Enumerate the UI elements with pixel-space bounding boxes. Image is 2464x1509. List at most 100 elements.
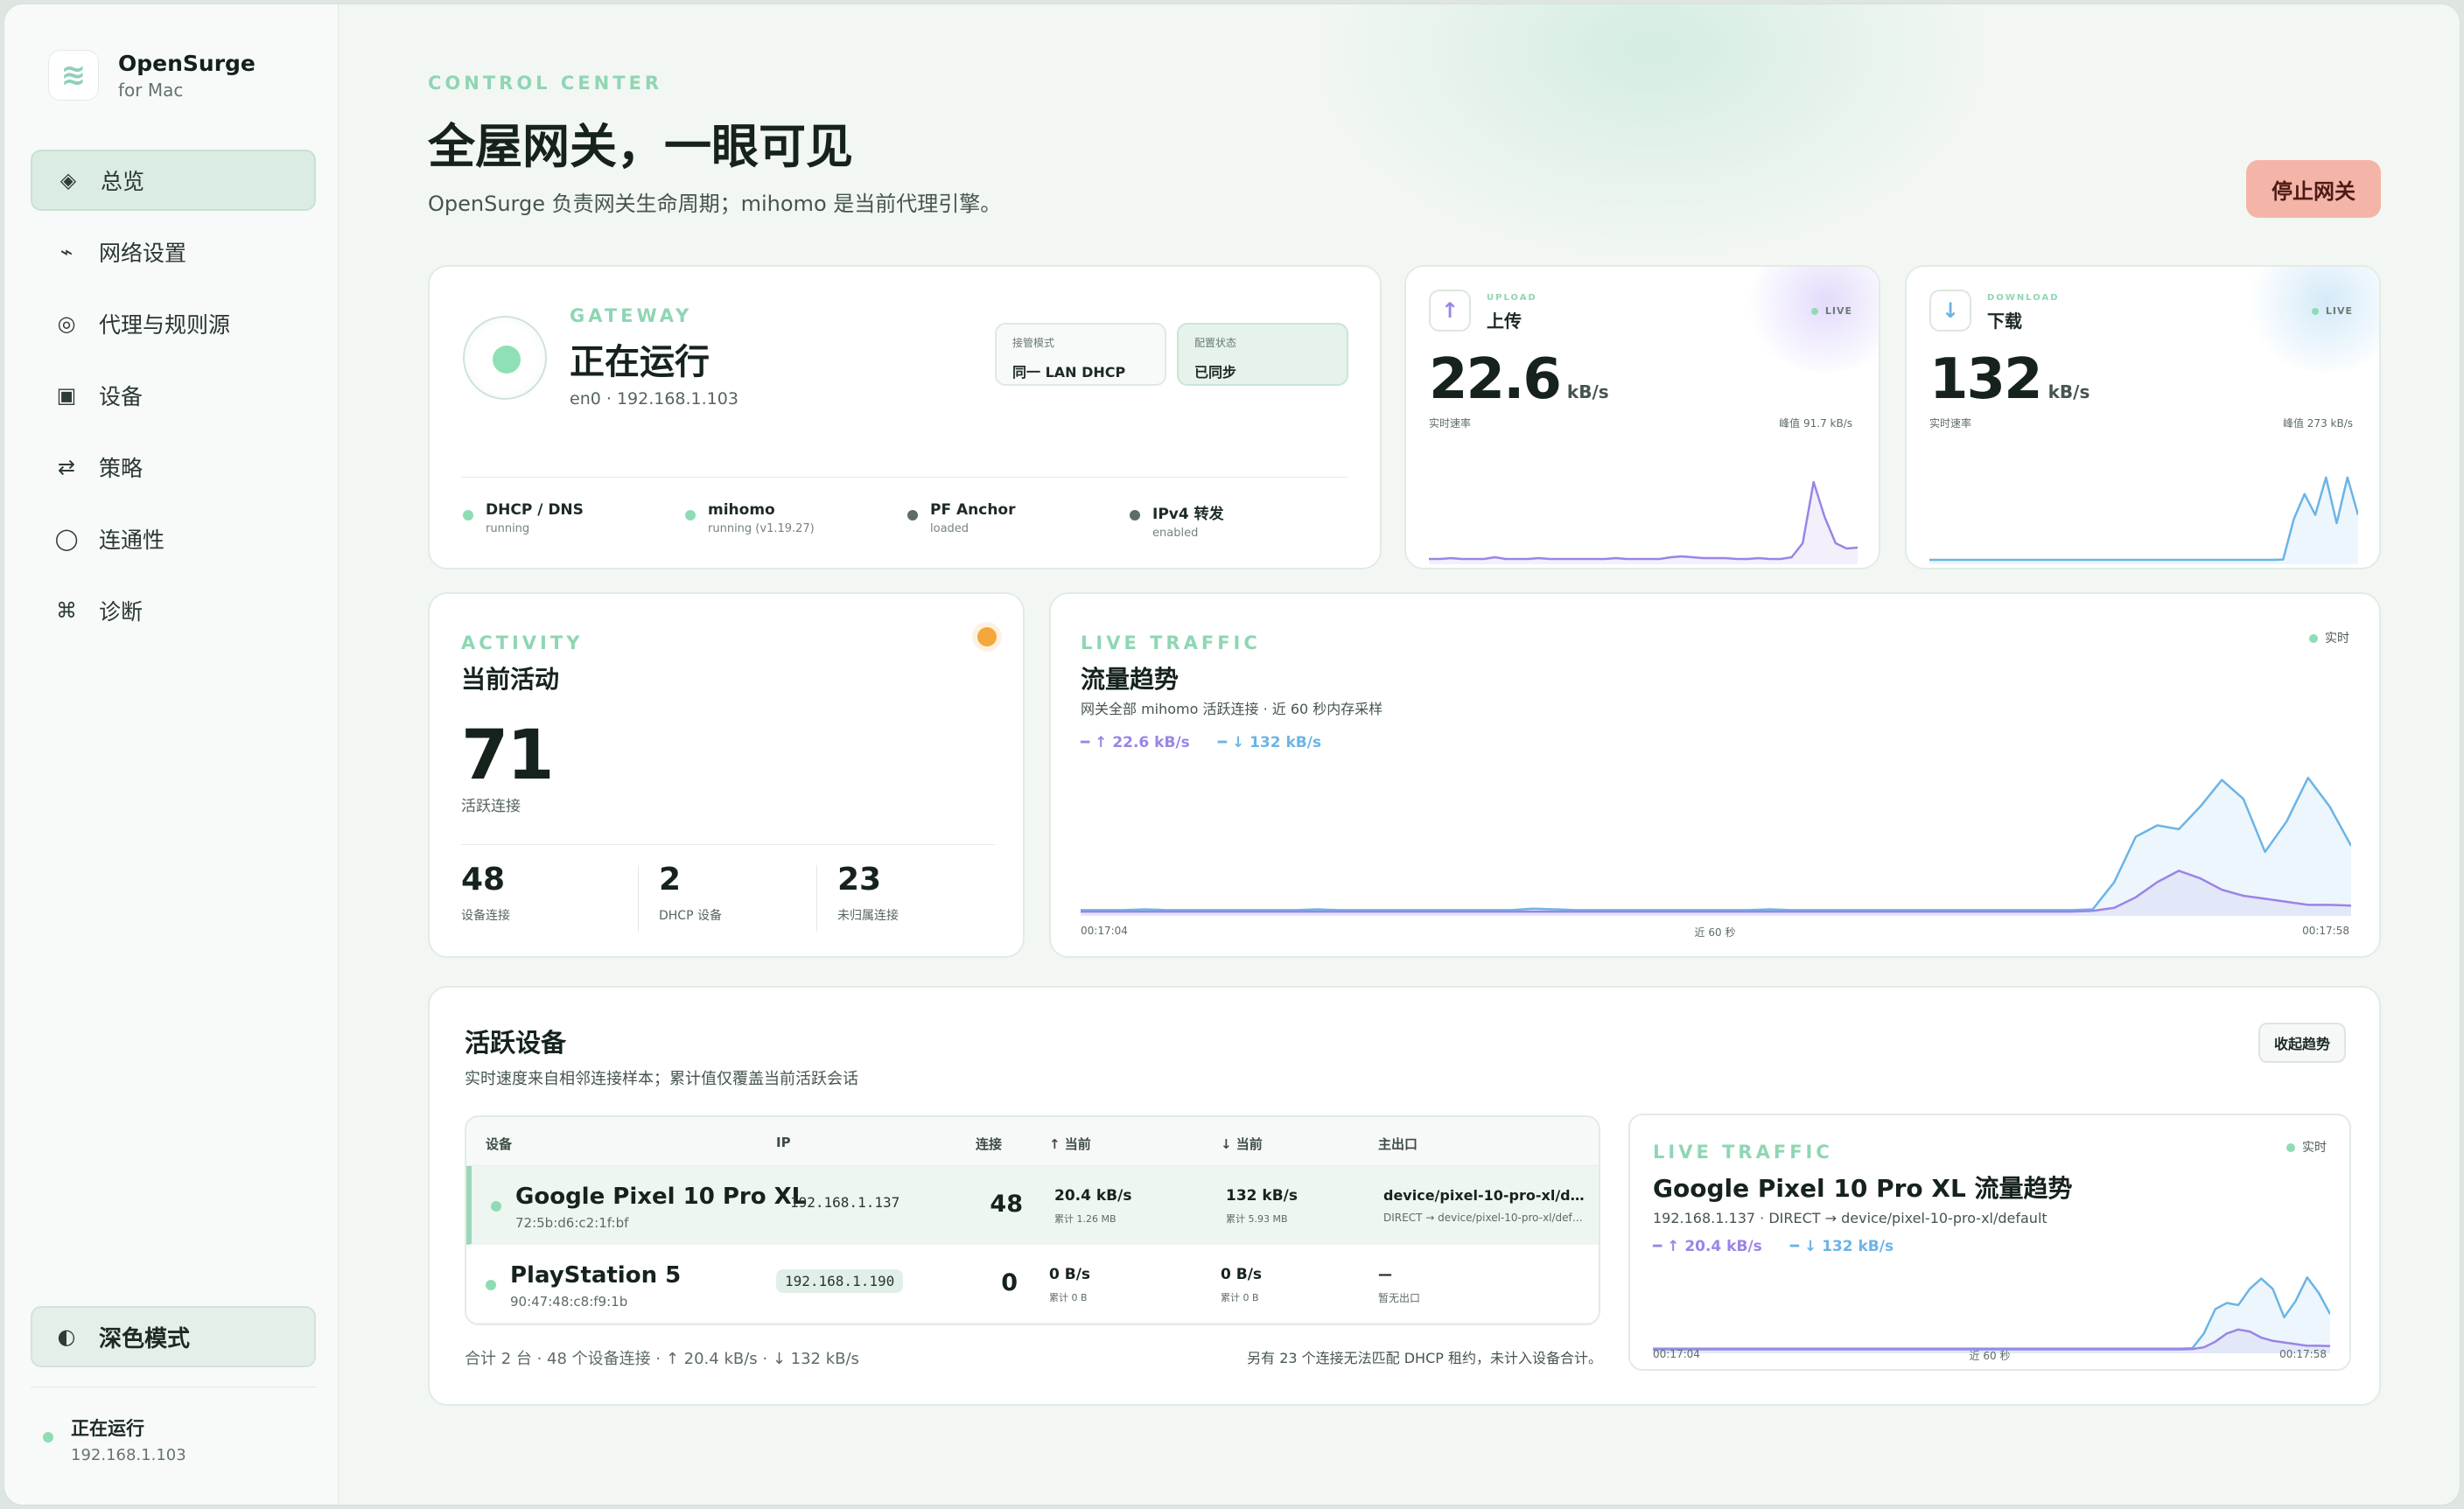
stop-gateway-button[interactable]: 停止网关	[2246, 160, 2381, 218]
realtime-badge: 实时	[2309, 629, 2349, 646]
service-status: enabled	[1152, 527, 1199, 540]
live-traffic-eyebrow: LIVE TRAFFIC	[1081, 632, 1261, 653]
table-row[interactable]: Google Pixel 10 Pro XL 72:5b:d6:c2:1f:bf…	[466, 1166, 1599, 1245]
upload-series-line	[1429, 480, 1858, 561]
divider	[461, 477, 1348, 478]
device-egress: device/pixel-10-pro-xl/default	[1383, 1187, 1585, 1204]
service-status: loaded	[930, 522, 970, 535]
pill-key: 配置状态	[1194, 337, 1237, 349]
page-description: OpenSurge 负责网关生命周期；mihomo 是当前代理引擎。	[428, 192, 1002, 216]
device-traffic-subtitle: 192.168.1.137 · DIRECT → device/pixel-10…	[1653, 1210, 2048, 1226]
active-connections-count: 71	[461, 716, 555, 795]
sidebar-item-devices[interactable]: ▣ 设备	[31, 365, 316, 426]
service-name: IPv4 转发	[1152, 506, 1224, 523]
chart-legend: ━ ↑ 22.6 kB/s ━ ↓ 132 kB/s	[1081, 734, 1321, 751]
pill-key: 接管模式	[1012, 337, 1055, 349]
device-connections: 48	[990, 1191, 1023, 1218]
app-name: OpenSurge	[118, 50, 256, 76]
legend-swatch: ━	[1217, 734, 1232, 751]
sidebar-item-label: 连通性	[99, 527, 165, 553]
column-header: 连接	[976, 1136, 1003, 1152]
target-icon: ◎	[57, 311, 76, 336]
device-traffic-panel: LIVE TRAFFIC Google Pixel 10 Pro XL 流量趋势…	[1628, 1114, 2351, 1371]
download-eyebrow: DOWNLOAD	[1987, 293, 2060, 303]
sidebar-item-diagnostics[interactable]: ⌘ 诊断	[31, 580, 316, 641]
stat-value: 48	[461, 862, 506, 898]
service-name: DHCP / DNS	[486, 501, 584, 519]
status-dot-icon	[907, 510, 918, 520]
live-badge: LIVE	[2311, 305, 2353, 317]
sidebar: ≋ OpenSurge for Mac ◈ 总览 ⌁ 网络设置 ◎ 代理与规则源…	[4, 4, 339, 1505]
legend-upload: ━ ↑ 22.6 kB/s	[1081, 734, 1190, 751]
chart-legend: ━ ↑ 20.4 kB/s ━ ↓ 132 kB/s	[1653, 1238, 1894, 1255]
config-status-pill: 配置状态 已同步	[1177, 323, 1348, 386]
sidebar-item-policy[interactable]: ⇄ 策略	[31, 437, 316, 498]
device-egress-detail: DIRECT → device/pixel-10-pro-xl/default	[1383, 1212, 1585, 1224]
upload-eyebrow: UPLOAD	[1487, 293, 1537, 303]
device-ip: 192.168.1.137	[790, 1194, 900, 1211]
table-row[interactable]: PlayStation 5 90:47:48:c8:f9:1b 192.168.…	[466, 1245, 1599, 1324]
devices-subtitle: 实时速度来自相邻连接样本；累计值仅覆盖当前活跃会话	[465, 1070, 858, 1088]
collapse-trend-button[interactable]: 收起趋势	[2258, 1023, 2346, 1063]
app-subtitle: for Mac	[118, 79, 184, 101]
column-header: 设备	[486, 1136, 513, 1152]
x-axis-mid-label: 近 60 秒	[1969, 1350, 2011, 1362]
devices-table: 设备 IP 连接 ↑ 当前 ↓ 当前 主出口 Google Pixel 10 P…	[465, 1115, 1600, 1325]
device-download-total: 累计 0 B	[1221, 1292, 1259, 1303]
download-peak: 峰值 273 kB/s	[2282, 417, 2353, 430]
x-axis-end-label: 00:17:58	[2302, 925, 2349, 937]
activity-indicator-icon	[977, 627, 997, 646]
sidebar-item-proxy-rules[interactable]: ◎ 代理与规则源	[31, 293, 316, 354]
sidebar-item-network[interactable]: ⌁ 网络设置	[31, 221, 316, 283]
status-dot-icon	[486, 1280, 496, 1290]
arrow-up-icon: ↑	[1429, 290, 1471, 332]
legend-download: ━ ↓ 132 kB/s	[1218, 734, 1321, 751]
upload-card: ↑ UPLOAD 上传 LIVE 22.6 kB/s 实时速率 峰值 91.7 k…	[1404, 265, 1880, 569]
live-badge: LIVE	[1810, 305, 1852, 317]
legend-upload: ━ ↑ 20.4 kB/s	[1653, 1238, 1762, 1255]
device-traffic-chart	[1653, 1276, 2330, 1353]
device-egress: —	[1378, 1266, 1392, 1282]
takeover-mode-pill: 接管模式 同一 LAN DHCP	[995, 323, 1166, 386]
half-circle-icon: ◐	[57, 1324, 76, 1349]
download-value: 132 kB/s	[1929, 347, 2090, 412]
upload-sparkline	[1429, 480, 1858, 564]
sidebar-item-label: 设备	[99, 384, 144, 409]
header-eyebrow: CONTROL CENTER	[428, 73, 663, 94]
dark-mode-toggle[interactable]: ◐ 深色模式	[31, 1306, 316, 1367]
device-traffic-title: Google Pixel 10 Pro XL 流量趋势	[1653, 1174, 2073, 1203]
stat-label: 未归属连接	[837, 909, 899, 923]
column-header: ↓ 当前	[1221, 1136, 1263, 1152]
legend-swatch: ━	[1789, 1238, 1804, 1255]
sidebar-item-overview[interactable]: ◈ 总览	[31, 150, 316, 211]
active-connections-label: 活跃连接	[461, 798, 521, 815]
devices-title: 活跃设备	[465, 1028, 567, 1058]
activity-title: 当前活动	[461, 665, 560, 694]
stat-label: 设备连接	[461, 909, 510, 923]
pill-value: 已同步	[1194, 364, 1237, 381]
stat-label: DHCP 设备	[659, 909, 722, 923]
circle-icon: ◯	[54, 527, 79, 551]
network-icon: ⌁	[60, 240, 74, 264]
device-upload-total: 累计 0 B	[1049, 1292, 1088, 1303]
pill-value: 同一 LAN DHCP	[1012, 364, 1126, 381]
legend-swatch: ━	[1653, 1238, 1668, 1255]
device-download-total: 累计 5.93 MB	[1226, 1213, 1288, 1225]
live-traffic-card: LIVE TRAFFIC 流量趋势 网关全部 mihomo 活跃连接 · 近 6…	[1049, 592, 2381, 958]
legend-download-label: ↓ 132 kB/s	[1231, 734, 1322, 751]
legend-download-label: ↓ 132 kB/s	[1803, 1238, 1894, 1255]
devices-unmatched-note: 另有 23 个连接无法匹配 DHCP 租约，未计入设备合计。	[1247, 1350, 1602, 1366]
x-axis-mid-label: 近 60 秒	[1694, 926, 1736, 939]
service-status: running	[486, 522, 530, 535]
stat-value: 23	[837, 862, 882, 898]
sidebar-item-connectivity[interactable]: ◯ 连通性	[31, 508, 316, 569]
status-dot-icon	[685, 510, 696, 520]
x-axis-end-label: 00:17:58	[2279, 1348, 2327, 1360]
stat-value: 2	[659, 862, 682, 898]
upload-rate-label: 实时速率	[1429, 417, 1472, 430]
sidebar-item-label: 总览	[101, 169, 145, 194]
dhcp-devices-stat: 2 DHCP 设备	[659, 862, 722, 924]
service-dhcp-dns: DHCP / DNS running	[463, 501, 584, 535]
device-upload-total: 累计 1.26 MB	[1054, 1213, 1116, 1225]
sidebar-item-label: 诊断	[99, 599, 144, 625]
